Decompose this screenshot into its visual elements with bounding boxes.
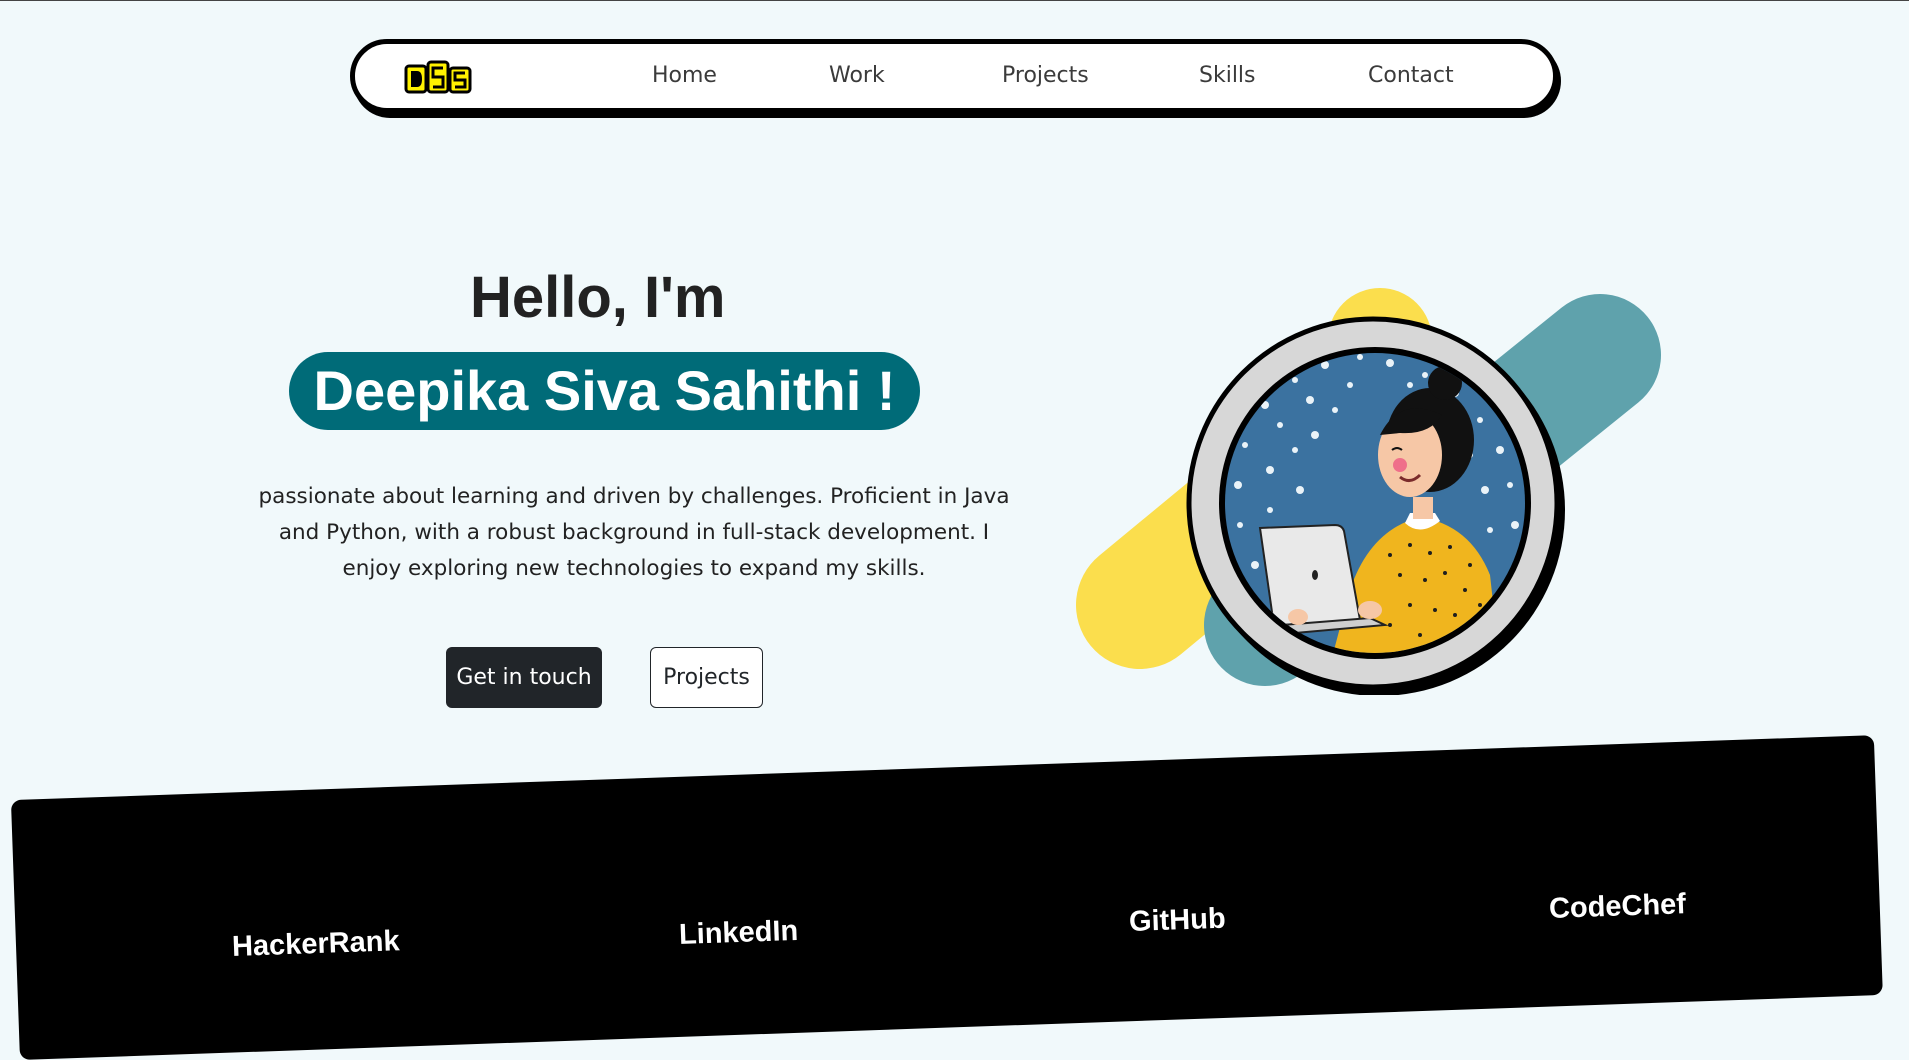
github-link[interactable]: GitHub: [1128, 902, 1226, 939]
dss-logo-icon[interactable]: [403, 60, 477, 98]
woman-with-laptop-illustration: [1076, 288, 1661, 695]
hero-greeting: Hello, I'm: [470, 265, 726, 330]
hero-name: Deepika Siva Sahithi !: [289, 352, 920, 430]
nav-link-work[interactable]: Work: [829, 62, 885, 90]
nav-link-contact[interactable]: Contact: [1368, 62, 1454, 90]
hackerrank-link[interactable]: HackerRank: [231, 924, 400, 964]
nav-link-skills[interactable]: Skills: [1199, 62, 1256, 90]
nav-link-home[interactable]: Home: [652, 62, 717, 90]
nav-link-projects[interactable]: Projects: [1002, 62, 1089, 90]
navbar: Home Work Projects Skills Contact: [350, 39, 1558, 113]
codechef-link[interactable]: CodeChef: [1548, 887, 1686, 926]
hero-bio: passionate about learning and driven by …: [258, 484, 1010, 581]
get-in-touch-button[interactable]: Get in touch: [446, 647, 602, 708]
projects-button[interactable]: Projects: [650, 647, 763, 708]
top-border: [0, 0, 1909, 1]
linkedin-link[interactable]: LinkedIn: [678, 914, 798, 952]
